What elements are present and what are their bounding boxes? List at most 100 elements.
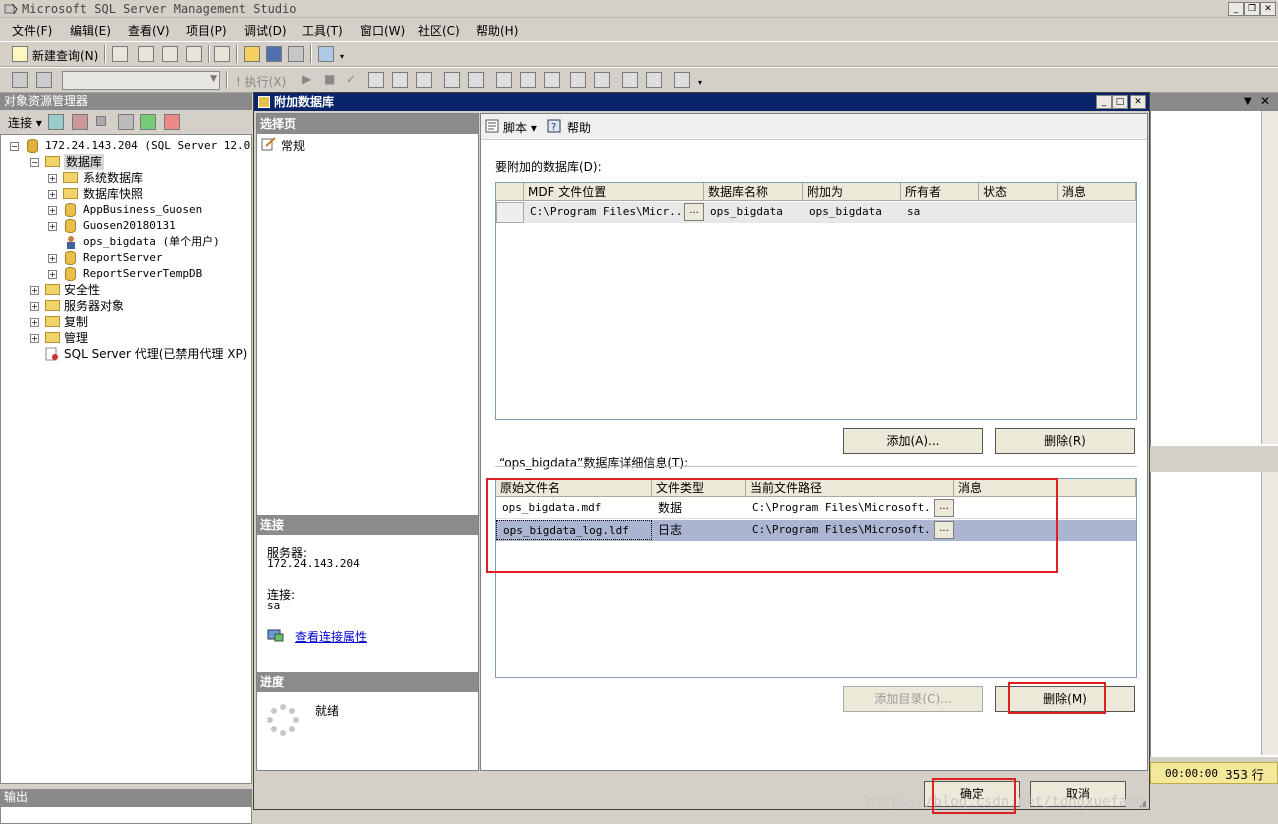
- results-file-icon[interactable]: [496, 72, 512, 88]
- splitter[interactable]: [1150, 446, 1278, 472]
- new-file-icon[interactable]: [112, 46, 128, 62]
- vertical-scrollbar[interactable]: [1261, 472, 1278, 755]
- xmla-query-icon[interactable]: [186, 46, 202, 62]
- minimize-icon[interactable]: _: [1228, 2, 1244, 16]
- column-header-message[interactable]: 消息: [1058, 183, 1136, 201]
- tree-databases-node[interactable]: 数据库: [64, 154, 105, 170]
- uncomment-icon[interactable]: [594, 72, 610, 88]
- save-icon[interactable]: [266, 46, 282, 62]
- collapse-icon[interactable]: −: [30, 158, 39, 167]
- menu-debug[interactable]: 调试(D): [244, 22, 287, 39]
- tree-management-node[interactable]: 管理: [64, 330, 88, 346]
- collapse-icon[interactable]: −: [10, 142, 19, 151]
- tree-security-node[interactable]: 安全性: [64, 282, 100, 298]
- dmx-query-icon[interactable]: [162, 46, 178, 62]
- database-select[interactable]: ▼: [62, 71, 220, 90]
- menu-project[interactable]: 项目(P): [186, 22, 227, 39]
- tree-database-guosen[interactable]: Guosen20180131: [83, 218, 176, 234]
- results-icon[interactable]: [416, 72, 432, 88]
- query-designer-icon[interactable]: [392, 72, 408, 88]
- expand-icon[interactable]: +: [30, 286, 39, 295]
- save-all-icon[interactable]: [288, 46, 304, 62]
- minimize-icon[interactable]: _: [1096, 95, 1112, 109]
- expand-icon[interactable]: +: [30, 334, 39, 343]
- vertical-scrollbar[interactable]: [1261, 111, 1278, 444]
- parse-icon[interactable]: ✓: [346, 72, 356, 86]
- restore-icon[interactable]: ❐: [1244, 2, 1260, 16]
- new-query-button[interactable]: 新建查询(N): [32, 47, 98, 64]
- menu-help[interactable]: 帮助(H): [476, 22, 518, 39]
- tree-server-node[interactable]: 172.24.143.204 (SQL Server 12.0.500: [45, 138, 277, 154]
- connect-dropdown[interactable]: 连接 ▾: [8, 114, 42, 131]
- connect-icon[interactable]: [12, 72, 28, 88]
- close-icon[interactable]: ✕: [1260, 2, 1276, 16]
- disconnect-icon[interactable]: [36, 72, 52, 88]
- close-icon[interactable]: ✕: [1260, 94, 1270, 108]
- chevron-down-icon[interactable]: ▾: [698, 78, 702, 87]
- activity-monitor-icon[interactable]: [318, 46, 334, 62]
- filter-icon[interactable]: [118, 114, 134, 130]
- menu-community[interactable]: 社区(C): [418, 22, 460, 39]
- help-button[interactable]: 帮助: [567, 119, 591, 136]
- open-file-icon[interactable]: [244, 46, 260, 62]
- page-general[interactable]: 常规: [281, 137, 305, 154]
- add-database-button[interactable]: 添加(A)...: [843, 428, 983, 454]
- debug-icon[interactable]: ▶: [302, 72, 311, 86]
- results-grid-icon[interactable]: [444, 72, 460, 88]
- expand-icon[interactable]: +: [48, 254, 57, 263]
- tree-sql-agent-node[interactable]: SQL Server 代理(已禁用代理 XP): [64, 346, 247, 362]
- tree-system-databases[interactable]: 系统数据库: [83, 170, 143, 186]
- tree-database-ops-bigdata[interactable]: ops_bigdata (单个用户): [83, 234, 220, 250]
- query-editor-area[interactable]: [1150, 111, 1278, 446]
- include-plan-icon[interactable]: [520, 72, 536, 88]
- cell-mdf-location[interactable]: C:\Program Files\Micr...: [524, 202, 682, 222]
- outdent-icon[interactable]: [646, 72, 662, 88]
- execute-button[interactable]: ! 执行(X): [236, 73, 286, 90]
- column-header-owner[interactable]: 所有者: [901, 183, 979, 201]
- cell-owner[interactable]: sa: [901, 202, 979, 222]
- expand-icon[interactable]: +: [30, 302, 39, 311]
- mdx-query-icon[interactable]: [138, 46, 154, 62]
- expand-icon[interactable]: +: [48, 222, 57, 231]
- refresh-icon[interactable]: [140, 114, 156, 130]
- script-button[interactable]: 脚本 ▾: [503, 119, 537, 136]
- new-project-icon[interactable]: [214, 46, 230, 62]
- row-selector[interactable]: [496, 202, 524, 223]
- plan-icon[interactable]: [368, 72, 384, 88]
- menu-file[interactable]: 文件(F): [12, 22, 52, 39]
- disconnect-object-icon[interactable]: [72, 114, 88, 130]
- attach-databases-grid[interactable]: MDF 文件位置 数据库名称 附加为 所有者 状态 消息 C:\Program …: [495, 182, 1137, 420]
- table-row[interactable]: C:\Program Files\Micr... ... ops_bigdata…: [496, 202, 1136, 223]
- menu-edit[interactable]: 编辑(E): [70, 22, 111, 39]
- expand-icon[interactable]: +: [48, 174, 57, 183]
- indent-icon[interactable]: [622, 72, 638, 88]
- new-query-icon[interactable]: [12, 46, 28, 62]
- tree-replication-node[interactable]: 复制: [64, 314, 88, 330]
- expand-icon[interactable]: +: [48, 270, 57, 279]
- tree-server-objects-node[interactable]: 服务器对象: [64, 298, 124, 314]
- column-header-status[interactable]: 状态: [979, 183, 1058, 201]
- view-connection-properties-link[interactable]: 查看连接属性: [295, 628, 367, 645]
- cell-database-name[interactable]: ops_bigdata: [704, 202, 803, 222]
- column-header-database-name[interactable]: 数据库名称: [704, 183, 803, 201]
- column-header-mdf-location[interactable]: MDF 文件位置: [524, 183, 704, 201]
- expand-icon[interactable]: +: [48, 206, 57, 215]
- close-icon[interactable]: ✕: [1130, 95, 1146, 109]
- chevron-down-icon[interactable]: ▼: [1244, 96, 1252, 107]
- stop-icon[interactable]: [96, 116, 106, 126]
- remove-database-button[interactable]: 删除(R): [995, 428, 1135, 454]
- browse-button[interactable]: ...: [684, 203, 704, 221]
- summary-icon[interactable]: [164, 114, 180, 130]
- expand-icon[interactable]: +: [48, 190, 57, 199]
- expand-icon[interactable]: +: [30, 318, 39, 327]
- tree-database-reportservertempdb[interactable]: ReportServerTempDB: [83, 266, 202, 282]
- tree-database-reportserver[interactable]: ReportServer: [83, 250, 162, 266]
- maximize-icon[interactable]: □: [1112, 95, 1128, 109]
- menu-tools[interactable]: 工具(T): [302, 22, 343, 39]
- connect-object-icon[interactable]: [48, 114, 64, 130]
- cancel-query-icon[interactable]: ■: [324, 72, 335, 86]
- tree-database-appbusiness[interactable]: AppBusiness_Guosen: [83, 202, 202, 218]
- client-stats-icon[interactable]: [544, 72, 560, 88]
- chevron-down-icon[interactable]: ▼: [210, 74, 217, 84]
- cell-attach-as[interactable]: ops_bigdata: [803, 202, 901, 222]
